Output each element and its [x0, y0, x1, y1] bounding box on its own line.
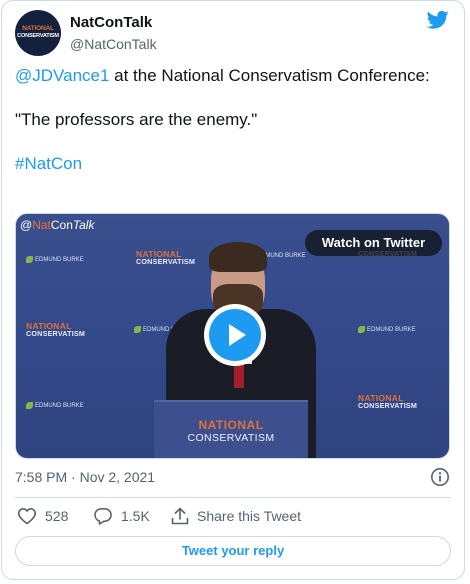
play-button[interactable] [204, 304, 266, 366]
play-icon [229, 324, 246, 346]
mention-link[interactable]: @JDVance1 [15, 66, 109, 85]
share-label: Share this Tweet [197, 508, 302, 524]
tweet-card: NATIONAL CONSERVATISM NatConTalk @NatCon… [1, 0, 465, 580]
like-button[interactable]: 528 [17, 506, 77, 526]
heart-icon [18, 508, 36, 525]
video-watermark: @NatConTalk [20, 218, 95, 232]
burke-logo: EDMUND BURKE [358, 326, 416, 333]
watch-on-twitter-button[interactable]: Watch on Twitter [305, 230, 442, 256]
tweet-text-rest: at the National Conservatism Conference: [109, 66, 430, 85]
like-count: 528 [45, 508, 69, 524]
tweet-your-reply-button[interactable]: Tweet your reply [15, 536, 451, 566]
play-button-circle [209, 309, 261, 361]
burke-logo: EDMUND BURKE [26, 402, 84, 409]
speaker-hair [209, 242, 267, 272]
share-icon [171, 507, 189, 525]
tweet-first-line: @JDVance1 at the National Conservatism C… [15, 65, 445, 87]
tweet-timestamp[interactable]: 7:58 PM · Nov 2, 2021 [15, 469, 155, 485]
actions-divider [15, 497, 451, 498]
avatar-text-national: NATIONAL [22, 25, 54, 32]
backdrop-logo: NATIONAL CONSERVATISM [136, 249, 196, 266]
podium-text-conservatism: CONSERVATISM [187, 432, 275, 444]
tweet-quote: "The professors are the enemy." [15, 110, 258, 129]
author-names: NatConTalk @NatConTalk [70, 14, 157, 54]
reply-button[interactable]: 1.5K [93, 506, 159, 526]
podium: NATIONAL CONSERVATISM [154, 400, 308, 458]
author-display-name[interactable]: NatConTalk [70, 14, 157, 32]
avatar-text-conservatism: CONSERVATISM [17, 33, 59, 39]
burke-logo: EDMUND BURKE [26, 256, 84, 263]
reply-bubble-icon [94, 508, 112, 525]
podium-text-national: NATIONAL [198, 418, 264, 432]
video-thumbnail[interactable]: @NatConTalk NATIONAL CONSERVATISM NATIONA… [15, 213, 450, 459]
hashtag-link[interactable]: #NatCon [15, 153, 445, 175]
avatar[interactable]: NATIONAL CONSERVATISM [15, 10, 61, 56]
tweet-header: NATIONAL CONSERVATISM NatConTalk @NatCon… [15, 10, 451, 58]
backdrop-logo: NATIONAL CONSERVATISM [358, 393, 418, 410]
reply-count: 1.5K [121, 508, 150, 524]
share-button[interactable]: Share this Tweet [170, 506, 310, 526]
backdrop-logo: NATIONAL CONSERVATISM [26, 321, 86, 338]
twitter-bird-icon[interactable] [427, 10, 449, 30]
info-icon[interactable] [430, 467, 450, 487]
tweet-body: @JDVance1 at the National Conservatism C… [15, 65, 445, 175]
author-handle[interactable]: @NatConTalk [70, 34, 157, 54]
